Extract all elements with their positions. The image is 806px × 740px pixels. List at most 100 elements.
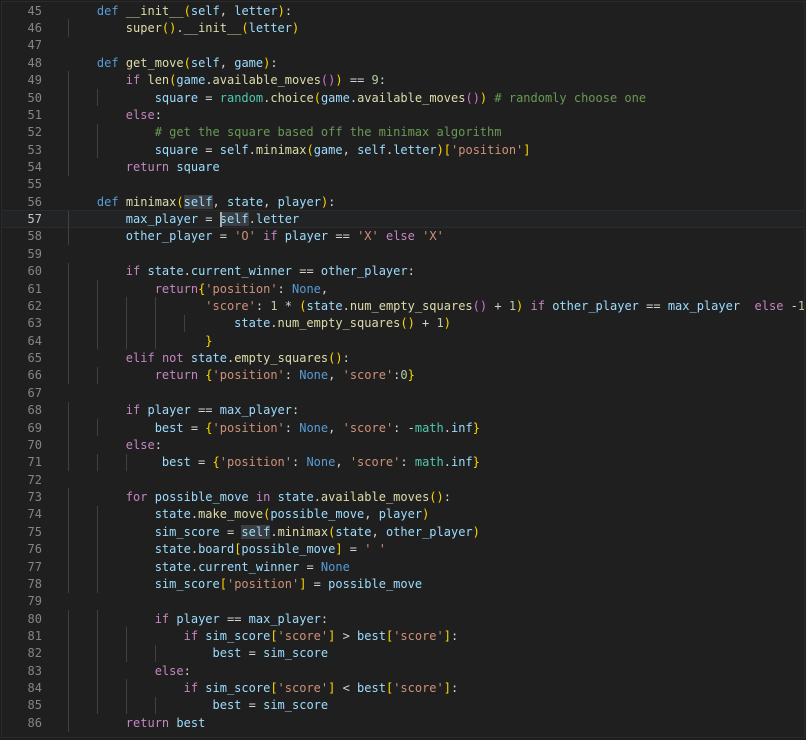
line-number: 69 (27, 420, 42, 435)
code-text[interactable]: best = {'position': None, 'score': math.… (68, 455, 480, 469)
code-line[interactable]: 56 def minimax(self, state, player): (2, 193, 804, 210)
text-cursor (220, 212, 223, 228)
code-text[interactable]: else: (68, 108, 162, 122)
code-line[interactable]: 68 if player == max_player: (2, 401, 804, 419)
code-text[interactable]: sim_score = self.minimax(state, other_pl… (68, 524, 480, 539)
code-line[interactable]: 45 def __init__(self, letter): (2, 2, 804, 19)
code-line[interactable]: 64 } (2, 332, 804, 350)
code-line[interactable]: 81 if sim_score['score'] > best['score']… (2, 627, 804, 645)
code-line[interactable]: 60 if state.current_winner == other_play… (2, 262, 804, 280)
code-line[interactable]: 59 (2, 245, 804, 262)
code-line[interactable]: 76 state.board[possible_move] = ' ' (2, 540, 804, 558)
indent-guide (96, 297, 98, 315)
code-text[interactable]: if state.current_winner == other_player: (68, 264, 415, 278)
code-line[interactable]: 70 else: (2, 436, 804, 454)
code-line[interactable]: 66 return {'position': None, 'score':0} (2, 366, 804, 385)
code-line[interactable]: 74 state.make_move(possible_move, player… (2, 505, 804, 524)
code-text[interactable]: def __init__(self, letter): (68, 4, 292, 18)
code-line[interactable]: 83 else: (2, 662, 804, 680)
code-line[interactable]: 84 if sim_score['score'] < best['score']… (2, 679, 804, 697)
code-line[interactable]: 86 return best (2, 714, 804, 732)
code-text[interactable]: return {'position': None, 'score':0} (68, 368, 415, 382)
code-line[interactable]: 73 for possible_move in state.available_… (2, 488, 804, 506)
line-number: 49 (27, 73, 42, 88)
code-text[interactable]: # get the square based off the minimax a… (68, 125, 502, 139)
code-text[interactable]: 'score': 1 * (state.num_empty_squares() … (68, 299, 804, 313)
code-text[interactable]: return best (68, 716, 206, 730)
code-line[interactable]: 51 else: (2, 106, 804, 124)
line-number: 65 (27, 351, 42, 366)
indent-guide (125, 314, 127, 333)
code-text[interactable]: state.current_winner = None (68, 560, 350, 574)
code-line[interactable]: 61 return{'position': None, (2, 279, 804, 298)
code-line[interactable]: 78 sim_score['position'] = possible_move (2, 575, 804, 593)
code-text[interactable]: square = random.choice(game.available_mo… (68, 91, 646, 105)
code-line[interactable]: 67 (2, 384, 804, 401)
indent-guide (68, 505, 69, 524)
code-line[interactable]: 55 (2, 176, 804, 193)
code-text[interactable]: if player == max_player: (68, 612, 328, 626)
code-text[interactable]: super().__init__(letter) (68, 21, 299, 35)
code-text[interactable]: if len(game.available_moves()) == 9: (68, 73, 386, 87)
code-line[interactable]: 65 elif not state.empty_squares(): (2, 349, 804, 367)
code-line[interactable]: 48 def get_move(self, game): (2, 54, 804, 71)
code-line[interactable]: 49 if len(game.available_moves()) == 9: (2, 71, 804, 89)
code-text[interactable]: for possible_move in state.available_mov… (68, 490, 451, 504)
code-line[interactable]: 46 super().__init__(letter) (2, 19, 804, 37)
indent-guide (96, 505, 98, 524)
code-line[interactable]: 85 best = sim_score (2, 696, 804, 715)
indent-guide (96, 540, 98, 558)
code-text[interactable]: return{'position': None, (68, 282, 328, 296)
code-line[interactable]: 47 (2, 37, 804, 54)
code-line[interactable]: 63 state.num_empty_squares() + 1) (2, 314, 804, 333)
code-text[interactable]: best = sim_score (68, 698, 329, 712)
line-number: 82 (27, 646, 42, 661)
code-line[interactable]: 57 max_player = self.letter (2, 210, 804, 229)
code-text[interactable]: if player == max_player: (68, 403, 299, 417)
code-line[interactable]: 79 (2, 593, 804, 610)
code-text[interactable]: state.board[possible_move] = ' ' (68, 542, 386, 556)
code-text[interactable]: max_player = self.letter (68, 212, 299, 227)
code-line[interactable]: 58 other_player = 'O' if player == 'X' e… (2, 227, 804, 246)
code-line[interactable]: 82 best = sim_score (2, 644, 804, 663)
indent-guide (68, 453, 69, 471)
code-text[interactable]: other_player = 'O' if player == 'X' else… (68, 229, 444, 243)
code-line[interactable]: 50 square = random.choice(game.available… (2, 88, 804, 107)
line-number: 51 (27, 107, 42, 122)
code-line[interactable]: 54 return square (2, 158, 804, 176)
code-line[interactable]: 75 sim_score = self.minimax(state, other… (2, 523, 804, 541)
line-number: 62 (27, 298, 42, 313)
code-line[interactable]: 72 (2, 471, 804, 488)
code-text[interactable]: def get_move(self, game): (68, 56, 278, 70)
code-text[interactable]: best = {'position': None, 'score': -math… (68, 421, 480, 435)
code-text[interactable]: square = self.minimax(game, self.letter)… (68, 143, 531, 157)
code-line[interactable]: 80 if player == max_player: (2, 609, 804, 628)
code-text[interactable]: } (68, 334, 212, 348)
code-text[interactable]: return square (68, 160, 220, 174)
code-text[interactable]: state.make_move(possible_move, player) (68, 507, 430, 521)
code-text[interactable]: else: (68, 438, 162, 452)
indent-guide (68, 662, 69, 680)
code-text[interactable]: def minimax(self, state, player): (68, 194, 335, 209)
code-text[interactable]: sim_score['position'] = possible_move (68, 577, 422, 591)
code-line[interactable]: 77 state.current_winner = None (2, 557, 804, 576)
indent-guide (96, 523, 98, 541)
line-number: 46 (27, 21, 42, 36)
line-number: 78 (27, 576, 42, 591)
line-number: 53 (27, 142, 42, 157)
code-text[interactable]: elif not state.empty_squares(): (68, 351, 350, 365)
indent-guide (68, 644, 69, 663)
indent-guide (154, 696, 156, 715)
code-text[interactable]: else: (68, 664, 191, 678)
code-line[interactable]: 71 best = {'position': None, 'score': ma… (2, 453, 804, 471)
indent-guide (125, 679, 127, 697)
indent-guide (96, 557, 98, 576)
code-editor[interactable]: 45 def __init__(self, letter): 46 super()… (1, 1, 805, 738)
code-line[interactable]: 53 square = self.minimax(game, self.lett… (2, 140, 804, 159)
indent-guide (125, 453, 127, 471)
code-line[interactable]: 69 best = {'position': None, 'score': -m… (2, 418, 804, 437)
code-text[interactable]: best = sim_score (68, 646, 329, 660)
code-line[interactable]: 52 # get the square based off the minima… (2, 123, 804, 141)
code-line[interactable]: 62 'score': 1 * (state.num_empty_squares… (2, 297, 804, 315)
indent-guide (68, 88, 69, 107)
